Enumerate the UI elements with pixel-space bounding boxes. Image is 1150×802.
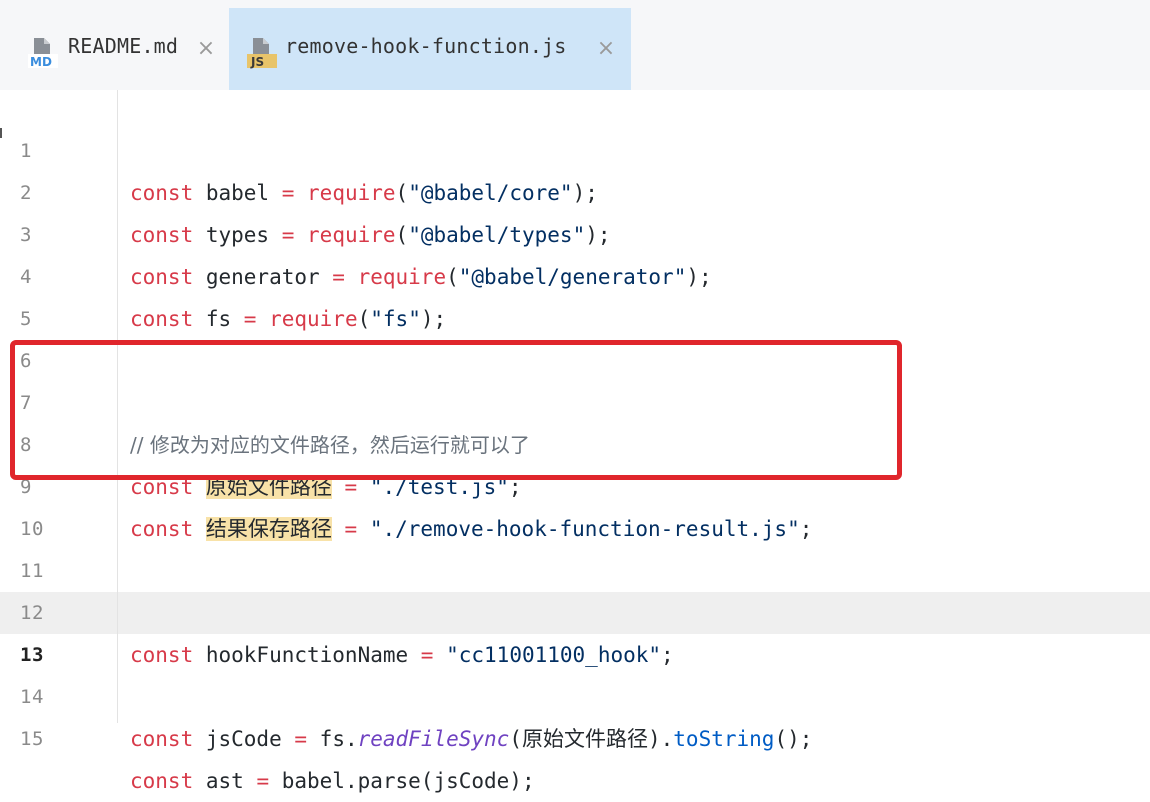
code-line-2[interactable]: 2 const types = require("@babel/types"); bbox=[0, 130, 1150, 247]
code-line-14[interactable]: 14 const jsCode = fs.readFileSync(原始文件路径… bbox=[0, 634, 1150, 751]
code-line-5[interactable]: 5 bbox=[0, 256, 1150, 330]
tab-readme-close-icon[interactable]: × bbox=[196, 36, 216, 62]
line-number: 15 bbox=[20, 728, 44, 750]
code-line-11[interactable]: 11 bbox=[0, 508, 1150, 582]
code-text: const ast = babel.parse(jsCode); bbox=[130, 769, 535, 793]
tab-readme[interactable]: MD README.md × bbox=[0, 8, 228, 90]
code-line-4[interactable]: 4 const fs = require("fs"); bbox=[0, 214, 1150, 331]
javascript-file-icon: JS bbox=[247, 38, 277, 69]
code-line-1[interactable]: 1 const babel = require("@babel/core"); bbox=[0, 88, 1150, 205]
line-number: 12 bbox=[20, 602, 44, 624]
markdown-file-icon: MD bbox=[28, 38, 58, 69]
code-line-6[interactable]: 6 bbox=[0, 298, 1150, 372]
code-line-8[interactable]: 8 const 原始文件路径 = "./test.js"; bbox=[0, 382, 1150, 499]
tab-bar: MD README.md × JS remove-hook-function.j… bbox=[0, 0, 1150, 90]
tab-remove-hook-function[interactable]: JS remove-hook-function.js × bbox=[229, 8, 631, 90]
code-text: const jsCode = fs.readFileSync(原始文件路径).t… bbox=[130, 727, 813, 751]
code-line-9[interactable]: 9 const 结果保存路径 = "./remove-hook-function… bbox=[0, 424, 1150, 541]
code-line-10[interactable]: 10 bbox=[0, 466, 1150, 540]
tab-remove-hook-function-badge: JS bbox=[250, 55, 264, 69]
tab-readme-label: README.md bbox=[68, 34, 179, 58]
tab-remove-hook-function-close-icon[interactable]: × bbox=[596, 36, 616, 62]
tab-remove-hook-function-label: remove-hook-function.js bbox=[285, 34, 567, 58]
code-line-3[interactable]: 3 const generator = require("@babel/gene… bbox=[0, 172, 1150, 289]
code-line-7[interactable]: 7 // 修改为对应的文件路径，然后运行就可以了 bbox=[0, 340, 1150, 457]
tab-readme-badge: MD bbox=[30, 55, 52, 69]
code-line-15[interactable]: 15 const ast = babel.parse(jsCode); bbox=[0, 676, 1150, 793]
code-line-13[interactable]: 13 bbox=[0, 592, 1150, 666]
code-line-12[interactable]: 12 const hookFunctionName = "cc11001100_… bbox=[0, 550, 1150, 667]
